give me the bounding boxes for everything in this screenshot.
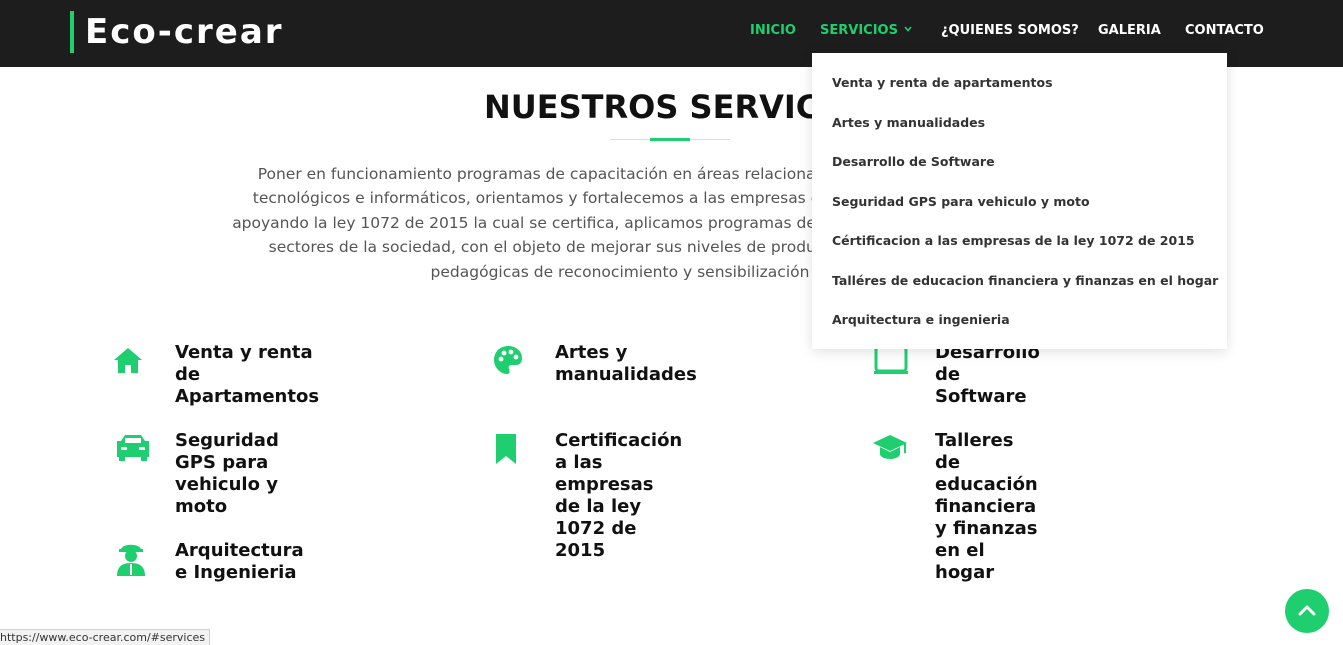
car-icon: [113, 432, 149, 468]
nav-servicios[interactable]: SERVICIOS: [820, 0, 912, 60]
hardhat-worker-icon: [113, 538, 149, 576]
service-title-line: Arquitectura e Ingenieria: [175, 540, 304, 583]
service-title-line: Artes y manualidades: [555, 342, 697, 385]
home-icon: [111, 343, 147, 379]
dropdown-item-gps[interactable]: Seguridad GPS para vehiculo y moto: [832, 194, 1090, 209]
dropdown-item-software[interactable]: Desarrollo de Software: [832, 154, 995, 169]
dropdown-item-certificacion[interactable]: Cértificacion a las empresas de la ley 1…: [832, 233, 1195, 248]
service-title-line: Talleres de educación: [935, 430, 1038, 495]
back-to-top-button[interactable]: [1285, 589, 1329, 633]
service-title-line: financiera y finanzas en el: [935, 496, 1038, 561]
dropdown-item-venta[interactable]: Venta y renta de apartamentos: [832, 75, 1053, 90]
nav-quienes-somos[interactable]: ¿QUIENES SOMOS?: [941, 0, 1079, 60]
brand-logo[interactable]: Eco-crear: [70, 11, 284, 53]
service-title-line: Certificación a las empresas: [555, 430, 683, 495]
bookmark-icon: [491, 432, 527, 468]
service-title-line: Seguridad GPS para vehiculo y: [175, 430, 279, 495]
dropdown-item-artes[interactable]: Artes y manualidades: [832, 115, 985, 130]
palette-icon: [491, 343, 527, 379]
service-title-line: moto: [175, 496, 228, 517]
service-title-line: Apartamentos: [175, 386, 320, 407]
nav-inicio[interactable]: INICIO: [750, 0, 796, 60]
service-title-line: Venta y renta de: [175, 342, 313, 385]
servicios-dropdown: Venta y renta de apartamentos Artes y ma…: [812, 53, 1227, 349]
chevron-down-icon: [904, 25, 912, 35]
graduation-cap-icon: [872, 432, 908, 468]
service-title-line: de la ley 1072 de 2015: [555, 496, 642, 561]
nav-galeria[interactable]: GALERIA: [1098, 0, 1161, 60]
nav-contacto[interactable]: CONTACTO: [1185, 0, 1264, 60]
dropdown-item-talleres[interactable]: Talléres de educacion financiera y finan…: [832, 273, 1218, 288]
nav-servicios-label: SERVICIOS: [820, 22, 898, 38]
service-title-line: Desarrollo de Software: [935, 342, 1040, 407]
service-title-line: hogar: [935, 562, 995, 583]
title-accent-bar: [650, 138, 690, 141]
dropdown-item-arquitectura[interactable]: Arquitectura e ingenieria: [832, 312, 1010, 327]
browser-status-bar: https://www.eco-crear.com/#services: [0, 629, 211, 645]
chevron-up-icon: [1297, 602, 1317, 621]
